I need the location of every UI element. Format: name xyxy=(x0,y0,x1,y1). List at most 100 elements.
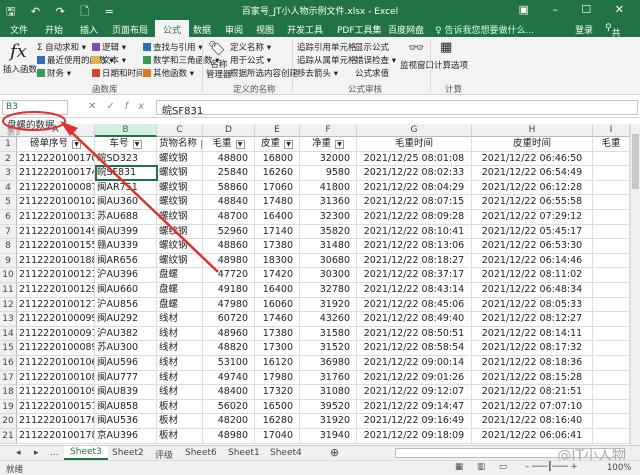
sheet-tab-sheet4[interactable]: Sheet4 xyxy=(270,448,302,458)
table-cell[interactable]: 2112220100099 xyxy=(17,312,95,327)
tab-file[interactable]: 文件 xyxy=(10,23,28,36)
table-cell[interactable]: 2112220100188 xyxy=(17,254,95,269)
create-from-selection-button[interactable]: 根据所选内容创建 xyxy=(230,67,298,79)
tab-data[interactable]: 数据 xyxy=(193,23,211,36)
show-formulas-button[interactable]: 显示公式 xyxy=(355,41,389,53)
table-cell[interactable]: 31760 xyxy=(300,371,357,386)
table-cell[interactable]: 52960 xyxy=(203,225,255,240)
table-cell[interactable]: 闽AU292 xyxy=(95,312,157,327)
add-sheet-button[interactable]: ⊕ xyxy=(330,446,339,459)
row-header[interactable]: 19 xyxy=(0,400,17,415)
text-button[interactable]: 文本 ▾ xyxy=(92,54,126,66)
row-header[interactable]: 2 xyxy=(0,152,17,167)
table-cell[interactable] xyxy=(593,414,630,429)
autosum-button[interactable]: Σ 自动求和 ▾ xyxy=(37,41,86,53)
table-cell[interactable]: 2021/12/22 08:18:36 xyxy=(472,356,593,371)
table-cell[interactable]: 17320 xyxy=(255,385,300,400)
table-cell[interactable]: 2112220100102 xyxy=(17,195,95,210)
sheet-tab-sheet3[interactable]: Sheet3 xyxy=(64,446,108,460)
table-cell[interactable]: 板材 xyxy=(157,400,203,415)
table-cell[interactable]: 2021/12/22 06:54:49 xyxy=(472,166,593,181)
table-cell[interactable]: 2021/12/22 08:21:51 xyxy=(472,385,593,400)
trace-dependents-button[interactable]: 追踪从属单元格 xyxy=(297,54,357,66)
table-cell[interactable]: 17300 xyxy=(255,341,300,356)
column-header-f[interactable]: F xyxy=(300,124,357,137)
table-cell[interactable]: 17380 xyxy=(255,327,300,342)
table-cell[interactable]: 线材 xyxy=(157,341,203,356)
table-cell[interactable]: 31920 xyxy=(300,414,357,429)
table-cell[interactable] xyxy=(593,327,630,342)
table-cell[interactable]: 31920 xyxy=(300,298,357,313)
table-cell[interactable]: 56020 xyxy=(203,400,255,415)
table-cell[interactable]: 2112220100129 xyxy=(17,283,95,298)
row-header[interactable]: 16 xyxy=(0,356,17,371)
table-cell[interactable]: 17380 xyxy=(255,239,300,254)
row-header[interactable]: 5 xyxy=(0,195,17,210)
table-cell[interactable]: 沪AU856 xyxy=(95,298,157,313)
vertical-scrollbar[interactable] xyxy=(630,124,640,445)
table-cell[interactable] xyxy=(593,400,630,415)
logical-button[interactable]: 逻辑 ▾ xyxy=(92,41,126,53)
table-cell[interactable]: 2021/12/22 06:48:34 xyxy=(472,283,593,298)
table-cell[interactable] xyxy=(593,181,630,196)
table-cell[interactable]: 盘螺 xyxy=(157,268,203,283)
table-cell[interactable]: 线材 xyxy=(157,385,203,400)
table-cell[interactable]: 2021/12/22 08:10:41 xyxy=(357,225,472,240)
table-cell[interactable]: 闽AU839 xyxy=(95,385,157,400)
define-name-button[interactable]: 定义名称 ▾ xyxy=(230,41,271,53)
table-cell[interactable]: 53100 xyxy=(203,356,255,371)
lookup-button[interactable]: 查找与引用 ▾ xyxy=(143,41,202,53)
table-cell[interactable]: 2021/12/22 08:43:14 xyxy=(357,283,472,298)
tab-developer[interactable]: 开发工具 xyxy=(287,23,323,36)
tab-formulas[interactable]: 公式 xyxy=(155,20,189,37)
table-cell[interactable]: 2112220100170 xyxy=(17,152,95,167)
row-header[interactable]: 15 xyxy=(0,341,17,356)
table-cell[interactable]: 2021/12/22 08:13:06 xyxy=(357,239,472,254)
table-cell[interactable]: 线材 xyxy=(157,312,203,327)
table-cell[interactable]: 41800 xyxy=(300,181,357,196)
row-header[interactable]: 12 xyxy=(0,298,17,313)
table-cell[interactable]: 2021/12/22 06:06:41 xyxy=(472,429,593,444)
tab-review[interactable]: 审阅 xyxy=(225,23,243,36)
table-cell[interactable]: 2112220100108 xyxy=(17,371,95,386)
table-cell[interactable]: 2021/12/22 08:11:02 xyxy=(472,268,593,283)
table-cell[interactable]: 2021/12/22 08:14:11 xyxy=(472,327,593,342)
table-cell[interactable]: 2021/12/22 07:29:12 xyxy=(472,210,593,225)
table-cell[interactable] xyxy=(593,385,630,400)
table-cell[interactable]: 17060 xyxy=(255,181,300,196)
table-cell[interactable]: 2021/12/22 08:02:33 xyxy=(357,166,472,181)
table-cell[interactable]: 2021/12/22 06:12:28 xyxy=(472,181,593,196)
table-cell[interactable]: 螺纹钢 xyxy=(157,254,203,269)
table-cell[interactable]: 48860 xyxy=(203,239,255,254)
table-cell[interactable]: 2021/12/22 08:45:06 xyxy=(357,298,472,313)
scroll-thumb[interactable] xyxy=(632,134,639,189)
sheet-prev-button[interactable]: ◂ xyxy=(16,448,21,458)
filter-dropdown-icon[interactable]: ▼ xyxy=(284,140,293,149)
table-cell[interactable]: 2021/12/22 08:37:17 xyxy=(357,268,472,283)
table-cell[interactable]: 2021/12/22 09:18:09 xyxy=(357,429,472,444)
table-cell[interactable]: 48960 xyxy=(203,327,255,342)
table-cell[interactable]: 48800 xyxy=(203,152,255,167)
table-cell[interactable]: 板材 xyxy=(157,414,203,429)
table-cell[interactable]: 螺纹钢 xyxy=(157,166,203,181)
table-cell[interactable] xyxy=(593,254,630,269)
table-cell[interactable]: 闽AR656 xyxy=(95,254,157,269)
table-cell[interactable]: 2021/12/22 06:46:50 xyxy=(472,152,593,167)
row-header[interactable]: 20 xyxy=(0,414,17,429)
table-cell[interactable]: 39520 xyxy=(300,400,357,415)
table-cell[interactable]: 16400 xyxy=(255,283,300,298)
table-cell[interactable]: 2021/12/22 08:15:28 xyxy=(472,371,593,386)
more-functions-button[interactable]: 其他函数 ▾ xyxy=(143,67,194,79)
filter-dropdown-icon[interactable]: ▼ xyxy=(72,140,81,149)
calculation-options-button[interactable]: 计算选项 xyxy=(434,59,468,71)
table-cell[interactable] xyxy=(593,152,630,167)
row-header[interactable]: 14 xyxy=(0,327,17,342)
table-cell[interactable] xyxy=(593,312,630,327)
table-cell[interactable]: 16500 xyxy=(255,400,300,415)
table-cell[interactable]: 螺纹钢 xyxy=(157,225,203,240)
table-cell[interactable]: 螺纹钢 xyxy=(157,239,203,254)
table-cell[interactable]: 螺纹钢 xyxy=(157,210,203,225)
table-cell[interactable]: 17480 xyxy=(255,195,300,210)
table-cell[interactable]: 25840 xyxy=(203,166,255,181)
table-cell[interactable] xyxy=(593,371,630,386)
